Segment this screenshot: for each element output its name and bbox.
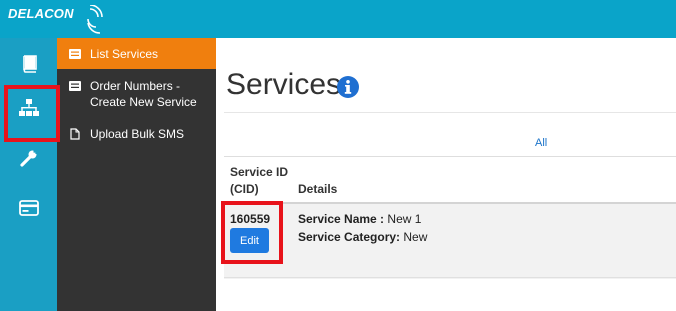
page-title: Services <box>226 68 342 101</box>
list-icon <box>69 48 81 59</box>
icon-rail <box>0 38 57 311</box>
rail-item-billing[interactable] <box>0 188 57 228</box>
submenu-item-label: List Services <box>90 46 159 61</box>
logo-text: DELACON <box>8 6 74 21</box>
submenu-item-upload-bulk-sms[interactable]: Upload Bulk SMS <box>57 125 216 143</box>
filter-all-link[interactable]: All <box>535 137 547 149</box>
column-header-service-id[interactable]: Service ID (CID) <box>230 164 300 198</box>
submenu-item-list-services[interactable]: List Services <box>57 38 216 69</box>
service-category-label: Service Category: <box>298 230 401 244</box>
service-id-cell: 160559 <box>230 212 271 226</box>
divider <box>224 156 676 157</box>
edit-button[interactable]: Edit <box>230 228 269 253</box>
column-header-details[interactable]: Details <box>298 181 337 198</box>
org-chart-icon <box>18 99 39 116</box>
info-icon[interactable] <box>337 76 359 98</box>
file-icon <box>70 128 80 140</box>
service-category-value: New <box>403 230 428 244</box>
divider <box>224 277 676 278</box>
service-name-value: New 1 <box>387 212 422 226</box>
services-submenu: List Services Order Numbers - Create New… <box>57 38 216 311</box>
table-row <box>224 202 676 279</box>
top-bar: DELACON <box>0 0 676 38</box>
signal-waves-icon <box>87 5 103 34</box>
service-name-label: Service Name : <box>298 212 385 226</box>
divider <box>224 112 676 113</box>
main-content: Services All Service ID (CID) Details 16… <box>216 38 676 311</box>
rail-item-services[interactable] <box>0 88 57 128</box>
service-name-line: Service Name : New 1 <box>298 212 421 226</box>
credit-card-icon <box>18 200 39 216</box>
list-icon <box>69 81 81 91</box>
rail-item-tools[interactable] <box>0 138 57 178</box>
submenu-item-label: Upload Bulk SMS <box>90 127 185 141</box>
wrench-icon <box>19 150 38 167</box>
service-category-line: Service Category: New <box>298 230 427 244</box>
submenu-item-label: Order Numbers - Create New Service <box>90 79 197 109</box>
book-icon <box>22 55 37 73</box>
rail-item-book[interactable] <box>0 44 57 84</box>
submenu-item-order-numbers[interactable]: Order Numbers - Create New Service <box>57 78 216 112</box>
